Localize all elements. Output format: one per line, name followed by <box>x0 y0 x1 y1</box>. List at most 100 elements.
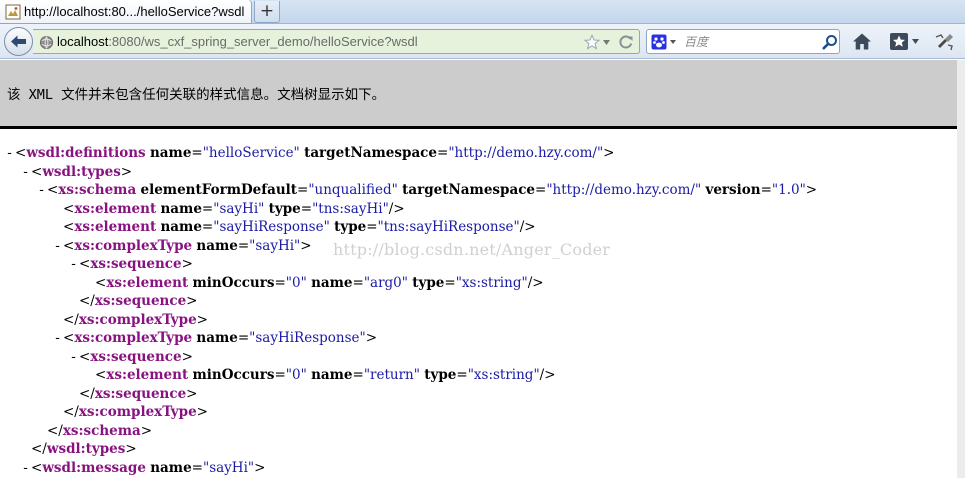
engine-dropdown-icon[interactable] <box>670 40 676 44</box>
reload-icon[interactable] <box>618 34 634 50</box>
addon-icon[interactable] <box>934 31 956 52</box>
xml-tag-name: xs:complexType <box>74 330 193 346</box>
xml-attr-value: "arg0" <box>363 274 408 291</box>
xml-attr-value: "unqualified" <box>308 182 398 198</box>
xml-attr-name: elementFormDefault <box>140 182 298 198</box>
xml-element-line: - <wsdl:types> <box>0 163 955 182</box>
xml-tag-name: wsdl:definitions <box>26 145 146 161</box>
search-bar[interactable] <box>646 29 840 54</box>
home-icon[interactable] <box>852 32 872 51</box>
xml-bracket: < <box>15 145 27 161</box>
xml-equals: = <box>352 367 364 383</box>
xml-element-line: <xs:element minOccurs="0" name="arg0" ty… <box>0 274 955 293</box>
xml-attr-name: name <box>160 200 202 217</box>
search-magnifier-icon[interactable] <box>822 34 838 50</box>
xml-close-line: </xs:sequence> <box>0 385 955 404</box>
xml-attr-value: "tns:sayHiResponse" <box>377 219 520 235</box>
xml-tag-name: xs:schema <box>58 182 137 198</box>
xml-bracket: > <box>603 145 615 161</box>
xml-equals: = <box>456 367 468 383</box>
xml-attr-value: "tns:sayHi" <box>312 200 389 217</box>
xml-tag-name: wsdl:message <box>42 459 146 476</box>
xml-bracket: /> <box>539 367 556 383</box>
xml-bracket: </ <box>79 385 95 402</box>
tab-active[interactable]: http://localhost:80.../helloService?wsdl <box>0 0 252 24</box>
xml-attr-value: "xs:string" <box>455 274 528 291</box>
xml-tag-name: xs:complexType <box>78 404 197 420</box>
xml-tag-name: xs:element <box>106 367 189 383</box>
xml-bracket: < <box>31 459 43 476</box>
xml-equals: = <box>191 145 203 161</box>
xml-bracket: < <box>63 237 75 254</box>
xml-bracket: > <box>196 404 208 420</box>
xml-close-line: </wsdl:types> <box>0 440 955 459</box>
url-text[interactable]: localhost:8080/ws_cxf_spring_server_demo… <box>57 34 418 49</box>
xml-bracket: < <box>31 163 43 180</box>
xml-tag-name: xs:sequence <box>94 385 187 402</box>
xml-element-line: <xs:element name="sayHi" type="tns:sayHi… <box>0 200 955 219</box>
url-host: localhost <box>57 34 109 49</box>
collapse-toggle[interactable]: - <box>68 255 79 274</box>
back-button[interactable] <box>4 27 33 56</box>
vertical-scrollbar[interactable] <box>957 60 965 478</box>
xml-attr-value: "xs:string" <box>467 367 540 383</box>
xml-tag-name: xs:element <box>74 200 157 217</box>
collapse-toggle[interactable]: - <box>4 144 15 163</box>
site-globe-icon[interactable] <box>39 35 54 50</box>
baidu-paw-icon[interactable] <box>651 34 667 50</box>
collapse-toggle[interactable]: - <box>20 163 31 182</box>
xml-attr-name: version <box>705 182 761 198</box>
address-bar[interactable]: localhost:8080/ws_cxf_spring_server_demo… <box>33 29 640 54</box>
xml-attr-value: "sayHi" <box>213 200 265 217</box>
xml-element-line: - <wsdl:message name="sayHi"> <box>0 459 955 478</box>
xml-bracket: </ <box>63 311 79 328</box>
collapse-toggle[interactable]: - <box>20 459 31 478</box>
xml-tag-name: xs:schema <box>62 422 141 439</box>
xml-attr-name: name <box>196 330 238 346</box>
url-path: :8080/ws_cxf_spring_server_demo/helloSer… <box>108 34 418 49</box>
xml-close-line: </xs:schema> <box>0 422 955 441</box>
xml-bracket: > <box>300 237 312 254</box>
xml-equals: = <box>444 274 456 291</box>
star-icon[interactable] <box>584 34 600 50</box>
back-arrow-icon <box>11 35 26 48</box>
xml-bracket: > <box>186 293 198 309</box>
xml-bracket: < <box>79 256 91 272</box>
xml-attr-name: name <box>150 459 192 476</box>
xml-bracket: /> <box>519 219 536 235</box>
collapse-toggle[interactable]: - <box>52 237 63 256</box>
xml-style-notice: 该 XML 文件并未包含任何关联的样式信息。文档树显示如下。 <box>0 60 965 126</box>
xml-bracket: /> <box>527 274 544 291</box>
xml-equals: = <box>535 182 547 198</box>
collapse-toggle[interactable]: - <box>68 348 79 367</box>
xml-element-line: <xs:element minOccurs="0" name="return" … <box>0 366 955 385</box>
bookmark-star-icon[interactable] <box>889 32 909 51</box>
history-dropdown-icon[interactable] <box>603 40 610 45</box>
xml-bracket: > <box>805 182 818 198</box>
xml-attr-value: "sayHiResponse" <box>249 330 366 346</box>
xml-equals: = <box>191 459 203 476</box>
xml-attr-name: type <box>334 219 367 235</box>
xml-attr-name: type <box>268 200 301 217</box>
search-input[interactable] <box>684 33 814 51</box>
xml-element-line: - <xs:complexType name="sayHiResponse"> <box>0 329 955 348</box>
xml-attr-value: "http://demo.hzy.com/" <box>448 145 604 161</box>
xml-tag-name: wsdl:types <box>42 163 121 180</box>
watermark-text: http://blog.csdn.net/Anger_Coder <box>333 240 611 259</box>
xml-bracket: > <box>181 348 193 365</box>
xml-tag-name: xs:element <box>106 274 189 291</box>
xml-bracket: </ <box>63 404 79 420</box>
xml-equals: = <box>760 182 772 198</box>
xml-bracket: </ <box>47 422 63 439</box>
tab-title: http://localhost:80.../helloService?wsdl <box>24 4 245 19</box>
xml-attr-value: "return" <box>363 367 420 383</box>
tab-strip: http://localhost:80.../helloService?wsdl… <box>0 0 965 24</box>
xml-element-line: - <wsdl:definitions name="helloService" t… <box>0 144 955 163</box>
collapse-toggle[interactable]: - <box>52 329 63 348</box>
new-tab-button[interactable]: + <box>254 1 280 23</box>
bookmark-dropdown-icon[interactable] <box>912 39 919 44</box>
xml-attr-name: type <box>412 274 445 291</box>
xml-attr-value: "http://demo.hzy.com/" <box>546 182 702 198</box>
collapse-toggle[interactable]: - <box>36 181 47 200</box>
xml-bracket: > <box>196 311 208 328</box>
